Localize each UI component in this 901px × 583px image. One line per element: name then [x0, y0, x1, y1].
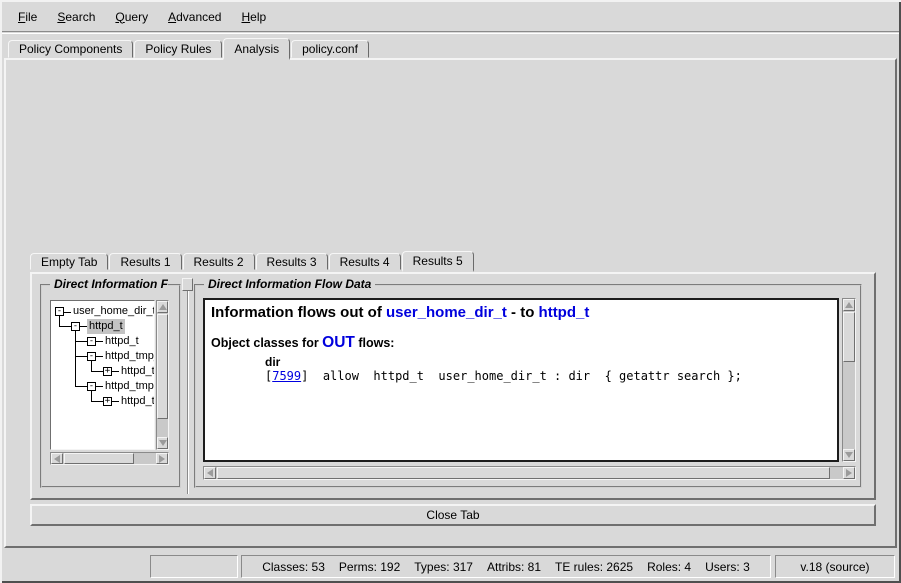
status-version: v.18 (source)	[775, 555, 895, 578]
tab-empty[interactable]: Empty Tab	[30, 253, 108, 270]
tree-node[interactable]: httpd_t	[119, 394, 155, 409]
tab-analysis[interactable]: Analysis	[223, 38, 290, 60]
tree-vscrollbar[interactable]	[156, 300, 169, 450]
object-class-text: dir	[265, 355, 831, 369]
tab-results-2[interactable]: Results 2	[183, 253, 255, 270]
stat-te-rules: TE rules: 2625	[555, 560, 633, 574]
tree-node[interactable]: httpd_t	[103, 334, 141, 349]
stat-classes: Classes: 53	[262, 560, 325, 574]
tree-expander[interactable]: +	[103, 397, 112, 406]
tree-hscrollbar[interactable]	[50, 452, 169, 465]
menu-file[interactable]: File	[8, 6, 47, 28]
rule-number-link[interactable]: 7599	[272, 369, 301, 383]
status-stats: Classes: 53 Perms: 192 Types: 317 Attrib…	[241, 555, 771, 578]
flow-data-group: Direct Information Flow Data Information…	[194, 284, 862, 488]
scroll-thumb[interactable]	[157, 314, 168, 419]
scroll-thumb[interactable]	[843, 312, 855, 362]
tree-expander[interactable]: -	[87, 337, 96, 346]
tab-results-4[interactable]: Results 4	[329, 253, 401, 270]
flow-tree: - - - - + - + user_home_dir_t httpd_t ht…	[50, 300, 155, 450]
apol-window: File Search Query Advanced Help Policy C…	[0, 0, 901, 583]
tree-expander[interactable]: -	[55, 307, 64, 316]
stat-attribs: Attribs: 81	[487, 560, 541, 574]
tab-policy-conf[interactable]: policy.conf	[291, 40, 369, 58]
tree-node[interactable]: user_home_dir_t	[71, 304, 155, 319]
out-flow-text: OUT	[322, 334, 355, 351]
tab-results-3[interactable]: Results 3	[256, 253, 328, 270]
menu-search[interactable]: Search	[47, 6, 105, 28]
tree-expander[interactable]: -	[71, 322, 80, 331]
scroll-thumb[interactable]	[217, 467, 830, 479]
flow-data-text: Information flows out of user_home_dir_t…	[203, 298, 839, 462]
stat-perms: Perms: 192	[339, 560, 400, 574]
close-tab-button[interactable]: Close Tab	[30, 504, 876, 526]
status-empty-field	[150, 555, 238, 578]
menu-advanced[interactable]: Advanced	[158, 6, 231, 28]
end-type-text: httpd_t	[539, 304, 590, 321]
scroll-right-icon[interactable]	[156, 453, 168, 464]
data-hscrollbar[interactable]	[203, 466, 856, 480]
scroll-left-icon[interactable]	[51, 453, 63, 464]
tab-policy-rules[interactable]: Policy Rules	[134, 40, 222, 58]
results-tab-bar: Empty Tab Results 1 Results 2 Results 3 …	[30, 251, 475, 272]
tree-data-sash-line	[187, 278, 189, 494]
rule-line: [7599] allow httpd_t user_home_dir_t : d…	[265, 369, 831, 383]
scroll-down-icon[interactable]	[843, 449, 855, 461]
stat-roles: Roles: 4	[647, 560, 691, 574]
tree-data-sash-handle[interactable]	[182, 278, 193, 291]
tree-node[interactable]: httpd_tmp_t	[103, 349, 155, 364]
start-type-text: user_home_dir_t	[386, 304, 507, 321]
scroll-down-icon[interactable]	[157, 437, 168, 449]
main-tab-bar: Policy Components Policy Rules Analysis …	[8, 38, 370, 60]
scroll-up-icon[interactable]	[157, 301, 168, 313]
tree-expander[interactable]: +	[103, 367, 112, 376]
menu-help[interactable]: Help	[231, 6, 276, 28]
scroll-right-icon[interactable]	[843, 467, 855, 479]
menu-separator	[2, 31, 899, 34]
results-tab-panel: Direct Information Flow Tree	[30, 272, 876, 500]
tree-node[interactable]: httpd_tmpfs_t	[103, 379, 155, 394]
flow-data-title: Direct Information Flow Data	[204, 277, 375, 291]
scroll-left-icon[interactable]	[204, 467, 216, 479]
menu-query[interactable]: Query	[105, 6, 158, 28]
flow-tree-title: Direct Information Flow Tree	[50, 277, 168, 291]
scroll-up-icon[interactable]	[843, 299, 855, 311]
tab-results-5[interactable]: Results 5	[402, 251, 474, 272]
tree-node-selected[interactable]: httpd_t	[87, 319, 125, 334]
scroll-thumb[interactable]	[64, 453, 134, 464]
tab-results-1[interactable]: Results 1	[109, 253, 181, 270]
tree-node[interactable]: httpd_t	[119, 364, 155, 379]
tree-expander[interactable]: -	[87, 382, 96, 391]
tab-policy-components[interactable]: Policy Components	[8, 40, 133, 58]
flow-tree-group: Direct Information Flow Tree	[40, 284, 181, 488]
flow-data-header: Information flows out of user_home_dir_t…	[211, 304, 831, 321]
flow-data-subheader: Object classes for OUT flows:	[211, 334, 831, 352]
data-vscrollbar[interactable]	[842, 298, 856, 462]
stat-types: Types: 317	[414, 560, 473, 574]
menu-bar: File Search Query Advanced Help	[2, 2, 899, 31]
tree-expander[interactable]: -	[87, 352, 96, 361]
stat-users: Users: 3	[705, 560, 750, 574]
